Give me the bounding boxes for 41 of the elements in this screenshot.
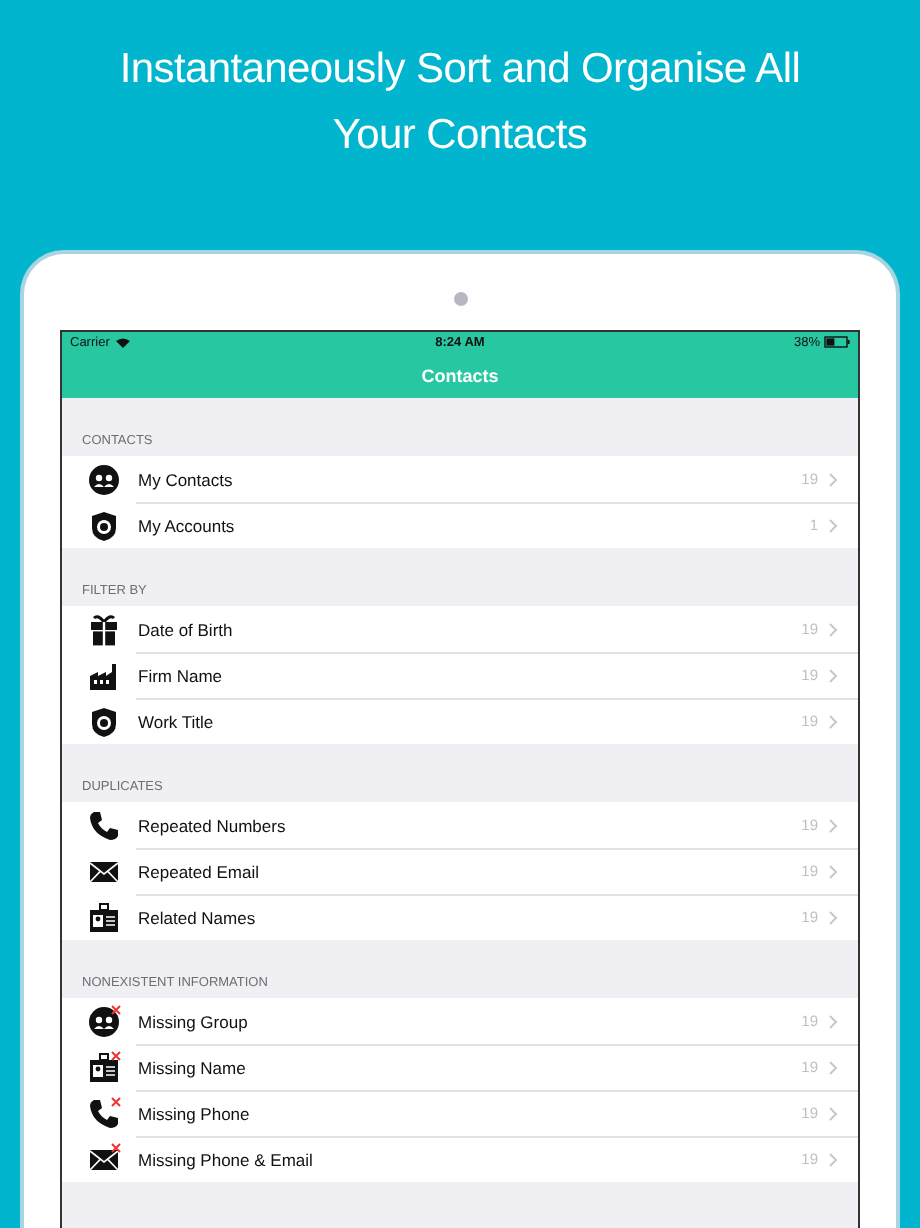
shield-icon <box>88 509 120 541</box>
row-label: Firm Name <box>138 665 225 685</box>
people-crossed-icon <box>88 1005 120 1037</box>
gift-icon <box>88 613 120 645</box>
phone-crossed-icon <box>88 1097 120 1129</box>
row-label: Missing Group <box>138 1011 250 1031</box>
chevron-icon <box>828 863 838 879</box>
headline: Instantaneously Sort and Organise All <box>119 44 801 96</box>
chevron-icon <box>828 517 838 533</box>
chevron-icon <box>828 713 838 729</box>
chevron-icon <box>828 667 838 683</box>
row-label: Missing Phone <box>138 1103 252 1123</box>
row-label: Repeated Email <box>138 861 261 881</box>
headline: Your Contacts <box>332 110 588 162</box>
phone-icon <box>88 809 120 841</box>
row-label: Related Names <box>138 907 258 927</box>
row-label: Date of Birth <box>138 619 235 639</box>
chevron-icon <box>828 1151 838 1167</box>
chevron-icon <box>828 909 838 925</box>
row-label: My Accounts <box>138 515 237 535</box>
shield-icon <box>88 705 120 737</box>
camera-dot <box>453 292 467 306</box>
battery-icon <box>824 336 850 348</box>
wifi-icon <box>115 337 130 347</box>
row-label: Work Title <box>138 711 216 731</box>
chevron-icon <box>828 1059 838 1075</box>
row-label: Missing Phone & Email <box>138 1149 315 1169</box>
chevron-icon <box>828 817 838 833</box>
envelope-crossed-icon <box>88 1143 120 1175</box>
id-card-icon <box>88 901 120 933</box>
id-card-crossed-icon <box>88 1051 120 1083</box>
chevron-icon <box>828 621 838 637</box>
chevron-icon <box>828 471 838 487</box>
nav-title: Contacts <box>421 365 499 385</box>
row-label: Repeated Numbers <box>138 815 288 835</box>
chevron-icon <box>828 1013 838 1029</box>
factory-icon <box>88 659 120 691</box>
row-label: Missing Name <box>138 1057 248 1077</box>
row-label: My Contacts <box>138 469 235 489</box>
people-icon <box>88 463 120 495</box>
chevron-icon <box>828 1105 838 1121</box>
